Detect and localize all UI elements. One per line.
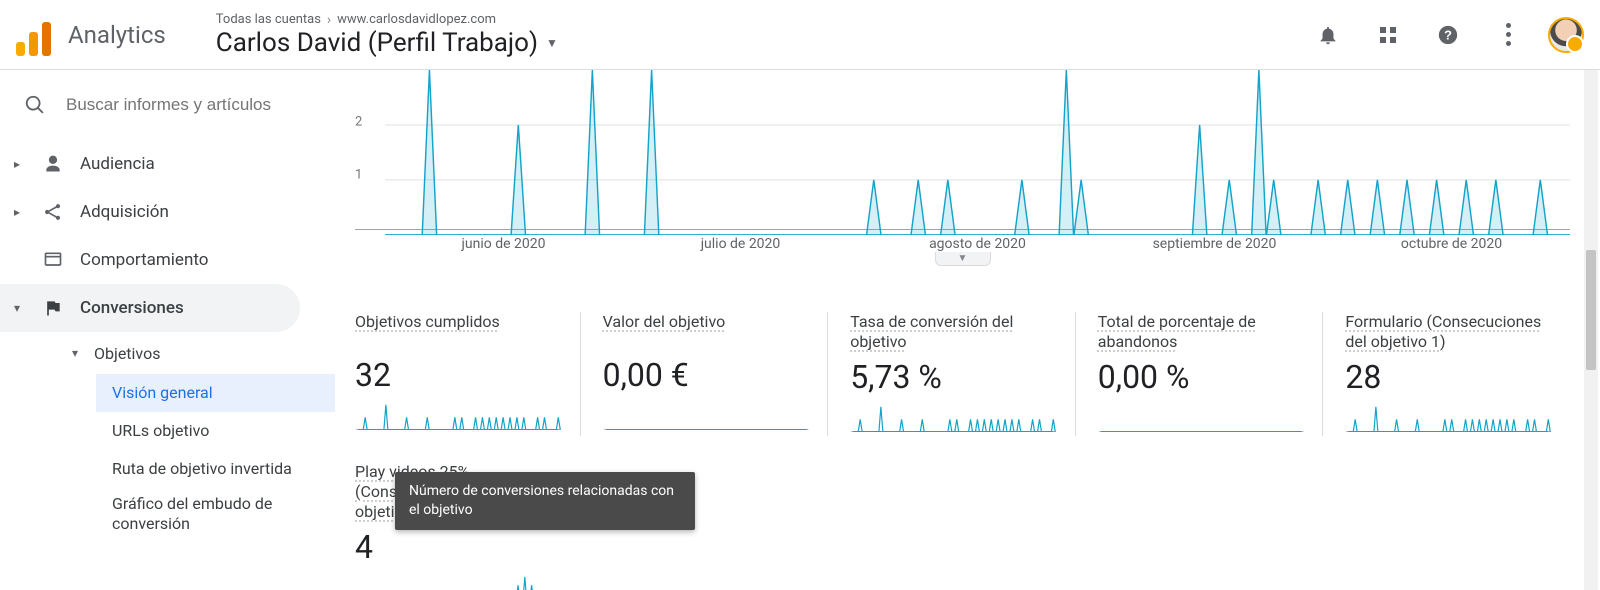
nav-label: Comportamiento xyxy=(80,250,208,270)
search-icon xyxy=(24,94,46,116)
chart-x-label: octubre de 2020 xyxy=(1333,236,1570,252)
nav-label: URLs objetivo xyxy=(112,421,209,441)
chevron-right-icon: › xyxy=(327,12,331,28)
metric-label: Tasa de conversión del objetivo xyxy=(850,312,1057,352)
scrollbar-thumb[interactable] xyxy=(1586,250,1596,370)
breadcrumb: Todas las cuentas › www.carlosdavidlopez… xyxy=(216,12,558,28)
nav-audiencia[interactable]: ▸ Audiencia xyxy=(0,140,335,188)
notifications-icon[interactable] xyxy=(1308,15,1348,55)
tooltip-text: Número de conversiones relacionadas con … xyxy=(409,483,674,518)
breadcrumb-property[interactable]: www.carlosdavidlopez.com xyxy=(337,12,496,27)
account-selector[interactable]: Todas las cuentas › www.carlosdavidlopez… xyxy=(216,12,558,58)
sparkline xyxy=(1098,404,1305,432)
help-icon[interactable]: ? xyxy=(1428,15,1468,55)
nav-conversiones[interactable]: ▾ Conversiones xyxy=(0,284,300,332)
left-nav: ▸ Audiencia ▸ Adquisición ▸ Comportamien… xyxy=(0,70,335,590)
metric-label: Objetivos cumplidos xyxy=(355,312,562,350)
share-nodes-icon xyxy=(40,202,66,222)
metric-card[interactable]: Objetivos cumplidos 32 xyxy=(355,312,581,436)
nav-adquisicion[interactable]: ▸ Adquisición xyxy=(0,188,335,236)
chevron-right-icon: ▸ xyxy=(14,205,26,219)
metric-value: 28 xyxy=(1345,358,1552,396)
chart-drag-handle-icon[interactable]: ▼ xyxy=(935,252,991,266)
chevron-down-icon: ▾ xyxy=(14,301,26,315)
chart-x-label: julio de 2020 xyxy=(622,236,859,252)
nav-label: Objetivos xyxy=(94,344,160,363)
app-header: Analytics Todas las cuentas › www.carlos… xyxy=(0,0,1600,70)
apps-grid-icon[interactable] xyxy=(1368,15,1408,55)
metric-card[interactable]: Formulario (Consecuciones del objetivo 1… xyxy=(1345,312,1570,436)
caret-down-icon[interactable]: ▼ xyxy=(546,36,558,50)
sparkline xyxy=(355,574,552,590)
metric-value: 0,00 % xyxy=(1098,358,1305,396)
nav-label: Adquisición xyxy=(80,202,169,222)
person-icon xyxy=(40,154,66,174)
sparkline xyxy=(355,402,562,430)
search-bar[interactable] xyxy=(0,70,335,140)
sparkline xyxy=(850,404,1057,432)
metric-label: Formulario (Consecuciones del objetivo 1… xyxy=(1345,312,1552,352)
nav-urls-objetivo[interactable]: URLs objetivo xyxy=(96,412,335,450)
chevron-down-icon: ▾ xyxy=(72,346,84,360)
nav-objetivos[interactable]: ▾ Objetivos xyxy=(58,332,335,374)
nav-grafico-embudo[interactable]: Gráfico del embudo de conversión xyxy=(96,488,306,540)
more-vert-icon[interactable] xyxy=(1488,15,1528,55)
metric-value: 5,73 % xyxy=(850,358,1057,396)
metric-card[interactable]: Valor del objetivo 0,00 € xyxy=(603,312,829,436)
sparkline xyxy=(603,402,810,430)
sparkline xyxy=(1345,404,1552,432)
nav-label: Audiencia xyxy=(80,154,155,174)
brand-title: Analytics xyxy=(68,21,166,49)
account-avatar[interactable] xyxy=(1548,17,1584,53)
svg-text:?: ? xyxy=(1444,27,1452,42)
nav-label: Ruta de objetivo invertida xyxy=(112,459,292,479)
metric-value: 4 xyxy=(355,528,552,566)
metric-cards-row: Objetivos cumplidos 32 Valor del objetivo 0… xyxy=(355,312,1570,436)
tooltip: Número de conversiones relacionadas con … xyxy=(395,472,695,530)
breadcrumb-root[interactable]: Todas las cuentas xyxy=(216,12,321,27)
nav-ruta-objetivo-invertida[interactable]: Ruta de objetivo invertida xyxy=(96,450,306,488)
y-tick-1: 1 xyxy=(355,167,362,182)
nav-label: Visión general xyxy=(112,383,213,403)
metric-label: Valor del objetivo xyxy=(603,312,810,350)
chart-x-label: agosto de 2020 xyxy=(859,236,1096,252)
metric-label: Total de porcentaje de abandonos xyxy=(1098,312,1305,352)
line-chart[interactable]: 2 1 xyxy=(355,70,1570,230)
nav-label: Conversiones xyxy=(80,298,184,318)
metric-card[interactable]: Total de porcentaje de abandonos 0,00 % xyxy=(1098,312,1324,436)
metric-value: 32 xyxy=(355,356,562,394)
metric-value: 0,00 € xyxy=(603,356,810,394)
chart-x-label: septiembre de 2020 xyxy=(1096,236,1333,252)
chevron-right-icon: ▸ xyxy=(14,157,26,171)
y-tick-2: 2 xyxy=(355,115,362,130)
search-input[interactable] xyxy=(66,95,306,115)
ga-logo-icon xyxy=(12,14,54,56)
chart-x-label: junio de 2020 xyxy=(385,236,622,252)
nav-label: Gráfico del embudo de conversión xyxy=(112,494,294,534)
scrollbar[interactable] xyxy=(1584,70,1598,590)
chart-x-axis: junio de 2020julio de 2020agosto de 2020… xyxy=(355,236,1570,252)
browser-icon xyxy=(40,250,66,270)
chart-svg xyxy=(385,70,1570,235)
metric-card[interactable]: Tasa de conversión del objetivo 5,73 % xyxy=(850,312,1076,436)
flag-icon xyxy=(40,298,66,318)
nav-comportamiento[interactable]: ▸ Comportamiento xyxy=(0,236,335,284)
report-main: 2 1 junio de 2020julio de 2020agosto de … xyxy=(335,70,1600,590)
view-name: Carlos David (Perfil Trabajo) xyxy=(216,28,538,58)
